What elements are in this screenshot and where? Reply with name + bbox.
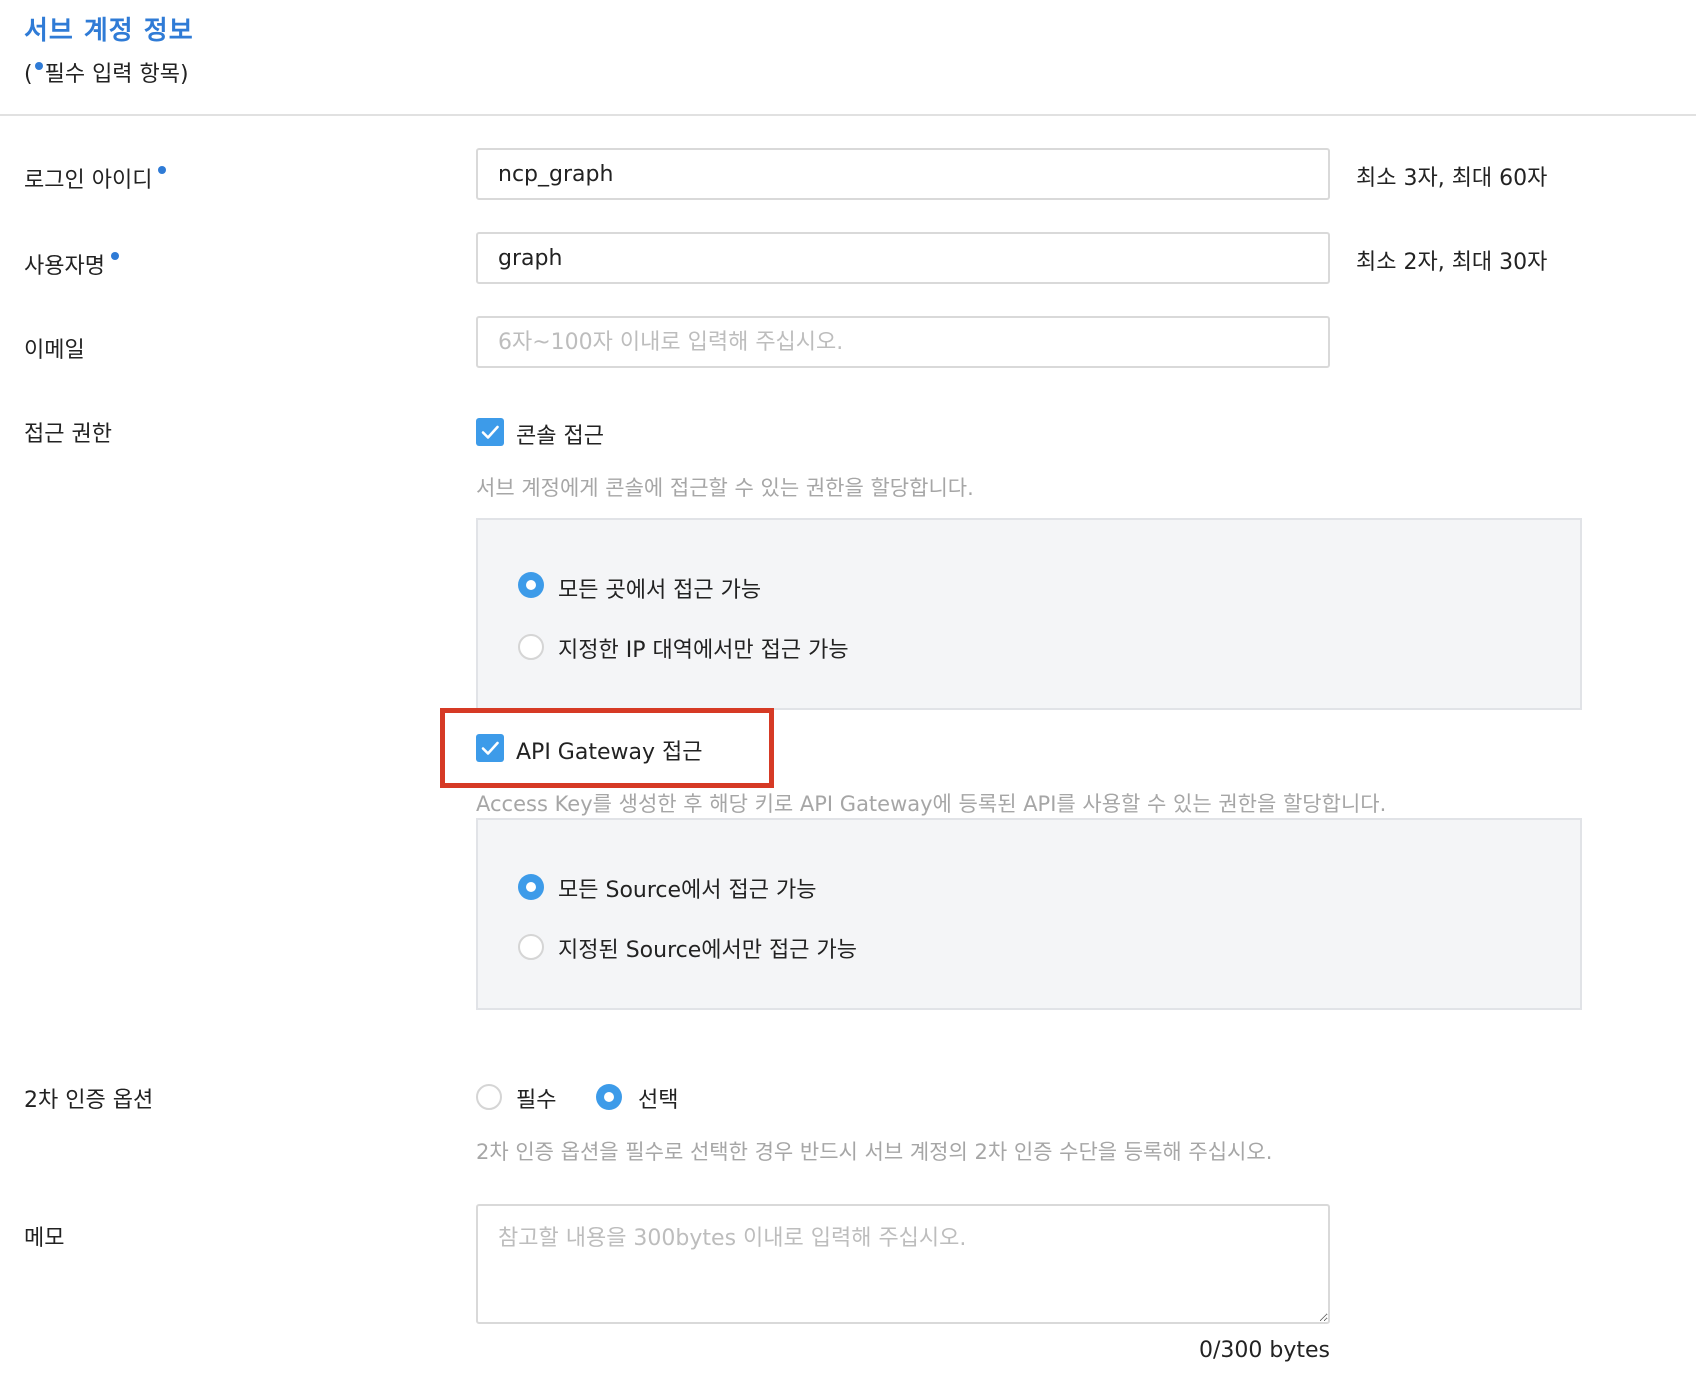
console-access-checkbox[interactable] [476,418,504,446]
console-option-ip-range-radio[interactable] [518,634,544,660]
two-factor-optional-label: 선택 [638,1088,679,1113]
api-option-any-source-radio[interactable] [518,874,544,900]
console-option-anywhere-radio[interactable] [518,572,544,598]
console-access-label: 콘솔 접근 [516,424,604,449]
api-gateway-access-description: Access Key를 생성한 후 해당 키로 API Gateway에 등록된… [476,792,1387,816]
email-input[interactable] [476,316,1330,368]
console-option-ip-range-label: 지정한 IP 대역에서만 접근 가능 [558,638,849,663]
login-id-label-text: 로그인 아이디 [24,168,153,193]
api-option-specified-source-label: 지정된 Source에서만 접근 가능 [558,938,857,963]
required-note-text: 필수 입력 항목) [44,62,189,87]
login-id-hint: 최소 3자, 최대 60자 [1356,166,1548,191]
api-option-specified-source-radio[interactable] [518,934,544,960]
login-id-label: 로그인 아이디 [24,162,167,194]
login-id-input[interactable] [476,148,1330,200]
memo-textarea[interactable] [476,1204,1330,1324]
memo-byte-counter: 0/300 bytes [1198,1338,1330,1363]
username-label: 사용자명 [24,248,119,280]
required-note: ( 필수 입력 항목) [24,56,189,88]
section-title: 서브 계정 정보 [24,16,194,46]
required-dot-icon [110,252,119,260]
two-factor-required-radio[interactable] [476,1084,502,1110]
header-divider [0,114,1696,116]
required-dot-icon [34,62,43,70]
two-factor-optional-radio[interactable] [596,1084,622,1110]
console-option-anywhere-label: 모든 곳에서 접근 가능 [558,578,762,603]
highlight-box [440,708,774,788]
required-dot-icon [158,166,167,174]
api-gateway-options-panel: 모든 Source에서 접근 가능 지정된 Source에서만 접근 가능 [476,818,1582,1010]
console-access-description: 서브 계정에게 콘솔에 접근할 수 있는 권한을 할당합니다. [476,476,974,500]
api-option-any-source-label: 모든 Source에서 접근 가능 [558,878,817,903]
console-access-options-panel: 모든 곳에서 접근 가능 지정한 IP 대역에서만 접근 가능 [476,518,1582,710]
two-factor-required-label: 필수 [516,1088,557,1113]
two-factor-label: 2차 인증 옵션 [24,1088,154,1113]
two-factor-description: 2차 인증 옵션을 필수로 선택한 경우 반드시 서브 계정의 2차 인증 수단… [476,1140,1273,1164]
email-label: 이메일 [24,338,85,363]
username-input[interactable] [476,232,1330,284]
username-label-text: 사용자명 [24,254,105,279]
required-note-open: ( [24,62,33,87]
memo-label: 메모 [24,1226,65,1251]
access-label: 접근 권한 [24,422,112,447]
check-icon [481,425,499,439]
username-hint: 최소 2자, 최대 30자 [1356,250,1548,275]
